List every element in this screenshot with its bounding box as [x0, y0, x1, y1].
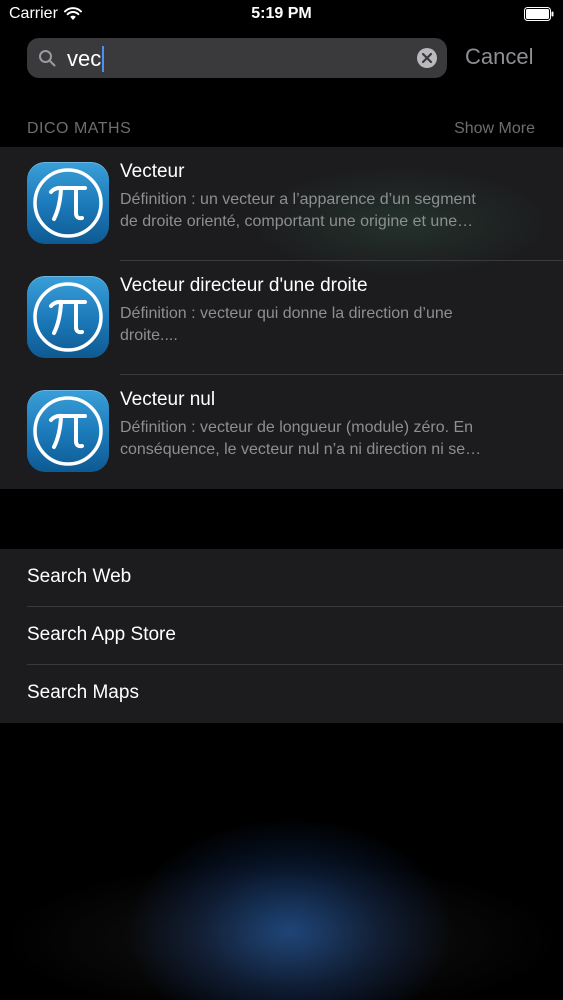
- text-caret: [102, 46, 105, 72]
- status-bar: Carrier 5:19 PM: [0, 0, 563, 30]
- result-title: Vecteur: [120, 161, 185, 182]
- results-list: Vecteur Définition : un vecteur a l’appa…: [0, 147, 563, 489]
- show-more-button[interactable]: Show More: [454, 120, 535, 138]
- battery-icon: [524, 7, 554, 21]
- pi-app-icon: [27, 162, 109, 244]
- result-item[interactable]: Vecteur Définition : un vecteur a l’appa…: [0, 147, 563, 261]
- result-description-line: Définition : vecteur qui donne la direct…: [120, 305, 453, 322]
- result-description-line: Définition : un vecteur a l’apparence d’…: [120, 191, 476, 208]
- search-query-text: vec: [67, 46, 102, 71]
- result-description-line: Définition : vecteur de longueur (module…: [120, 419, 474, 436]
- pi-app-icon: [27, 390, 109, 472]
- search-input[interactable]: vec: [27, 38, 447, 78]
- background-glow: [130, 820, 450, 1000]
- result-title: Vecteur directeur d'une droite: [120, 275, 368, 296]
- result-description: Définition : vecteur qui donne la direct…: [120, 303, 540, 347]
- search-app-store-option[interactable]: Search App Store: [0, 607, 563, 665]
- result-description-line: conséquence, le vecteur nul n’a ni direc…: [120, 441, 482, 458]
- result-description: Définition : un vecteur a l’apparence d’…: [120, 189, 540, 233]
- section-header: DICO MATHS Show More: [0, 118, 563, 142]
- option-label: Search Web: [27, 566, 132, 587]
- result-item[interactable]: Vecteur nul Définition : vecteur de long…: [0, 375, 563, 489]
- search-icon: [39, 50, 56, 67]
- pi-app-icon: [27, 276, 109, 358]
- search-maps-option[interactable]: Search Maps: [0, 665, 563, 723]
- background-glow: [0, 860, 563, 1000]
- clear-icon[interactable]: [416, 47, 438, 69]
- option-label: Search App Store: [27, 624, 176, 645]
- result-description-line: de droite orienté, comportant une origin…: [120, 213, 474, 230]
- result-item[interactable]: Vecteur directeur d'une droite Définitio…: [0, 261, 563, 375]
- cancel-button[interactable]: Cancel: [465, 44, 533, 70]
- clock: 5:19 PM: [251, 5, 312, 22]
- result-description-line: droite....: [120, 327, 178, 344]
- result-description: Définition : vecteur de longueur (module…: [120, 417, 540, 461]
- option-label: Search Maps: [27, 682, 139, 703]
- result-title: Vecteur nul: [120, 389, 216, 410]
- search-web-option[interactable]: Search Web: [0, 549, 563, 607]
- search-options-list: Search Web Search App Store Search Maps: [0, 549, 563, 723]
- search-query[interactable]: vec: [67, 46, 105, 72]
- section-title: DICO MATHS: [27, 120, 132, 137]
